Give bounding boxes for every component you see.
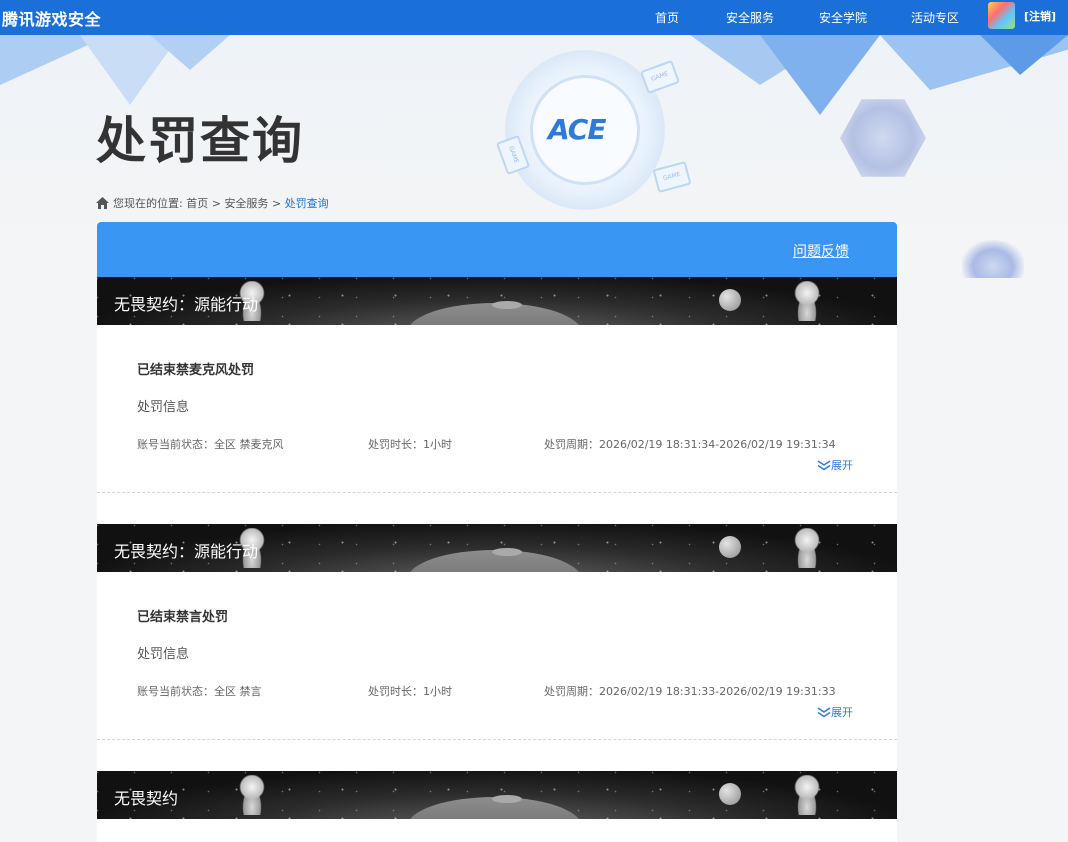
astronaut-graphic [792, 775, 822, 815]
game-banner: 无畏契约 [97, 771, 897, 819]
nav-events[interactable]: 活动专区 [911, 9, 959, 26]
saturn-graphic [719, 783, 741, 805]
game-name: 无畏契约：源能行动 [114, 295, 259, 314]
breadcrumb-home[interactable]: 首页 [186, 197, 208, 210]
user-avatar[interactable] [988, 2, 1015, 29]
game-name: 无畏契约：源能行动 [114, 542, 259, 561]
punishment-duration: 处罚时长：1小时 [368, 438, 452, 451]
breadcrumb-services[interactable]: 安全服务 [224, 197, 268, 210]
breadcrumb-separator: > [211, 197, 221, 210]
game-card-icon: GAME [652, 161, 692, 193]
decor-triangle [980, 35, 1068, 75]
saturn-graphic [719, 289, 741, 311]
punishment-info-label: 处罚信息 [137, 400, 190, 415]
expand-button[interactable]: 展开 [817, 704, 853, 720]
home-icon [96, 197, 109, 209]
punishment-period: 处罚周期：2026/02/19 18:31:33-2026/02/19 19:3… [544, 685, 836, 698]
breadcrumb: 您现在的位置: 首页 > 安全服务 > 处罚查询 [96, 195, 329, 211]
logout-link[interactable]: [注销] [1024, 8, 1056, 24]
double-chevron-down-icon [817, 460, 831, 471]
game-banner: 无畏契约：源能行动 [97, 524, 897, 572]
record-divider [97, 492, 897, 493]
nav-home[interactable]: 首页 [655, 9, 679, 26]
page-title: 处罚查询 [96, 112, 304, 170]
punishment-title: 已结束禁麦克风处罚 [137, 363, 255, 378]
feedback-link[interactable]: 问题反馈 [793, 241, 849, 261]
breadcrumb-current: 处罚查询 [284, 197, 329, 210]
breadcrumb-prefix: 您现在的位置: [113, 197, 183, 210]
expand-label: 展开 [831, 706, 853, 719]
punishment-panel: 问题反馈 无畏契约：源能行动 已结束禁麦克风处罚 处罚信息 账号当前状态：全区 … [97, 222, 897, 842]
character-side-image [962, 240, 1024, 278]
game-card-icon: GAME [639, 59, 681, 95]
game-name: 无畏契约 [114, 789, 179, 808]
expand-label: 展开 [831, 459, 853, 472]
breadcrumb-separator: > [271, 197, 282, 210]
site-logo[interactable]: 腾讯游戏安全 [2, 6, 101, 30]
punishment-title: 已结束禁言处罚 [137, 610, 229, 625]
account-status: 账号当前状态：全区 禁言 [137, 685, 262, 698]
double-chevron-down-icon [817, 707, 831, 718]
nav-security-services[interactable]: 安全服务 [726, 9, 774, 26]
astronaut-graphic [237, 775, 267, 815]
astronaut-graphic [792, 281, 822, 321]
expand-button[interactable]: 展开 [817, 457, 853, 473]
decor-triangle [150, 35, 230, 70]
hero-banner: 处罚查询 ACE GAME GAME GAME 您现在的位置: 首页 > 安全服… [0, 35, 1068, 225]
nav-security-academy[interactable]: 安全学院 [819, 9, 867, 26]
punishment-duration: 处罚时长：1小时 [368, 685, 452, 698]
panel-header: 问题反馈 [97, 222, 897, 277]
record-divider [97, 739, 897, 740]
ace-logo: ACE [548, 113, 606, 146]
account-status: 账号当前状态：全区 禁麦克风 [137, 438, 284, 451]
game-banner: 无畏契约：源能行动 [97, 277, 897, 325]
top-nav-bar: 腾讯游戏安全 首页 安全服务 安全学院 活动专区 [注销] [0, 0, 1068, 35]
saturn-graphic [719, 536, 741, 558]
astronaut-graphic [792, 528, 822, 568]
punishment-info-label: 处罚信息 [137, 647, 190, 662]
punishment-period: 处罚周期：2026/02/19 18:31:34-2026/02/19 19:3… [544, 438, 836, 451]
